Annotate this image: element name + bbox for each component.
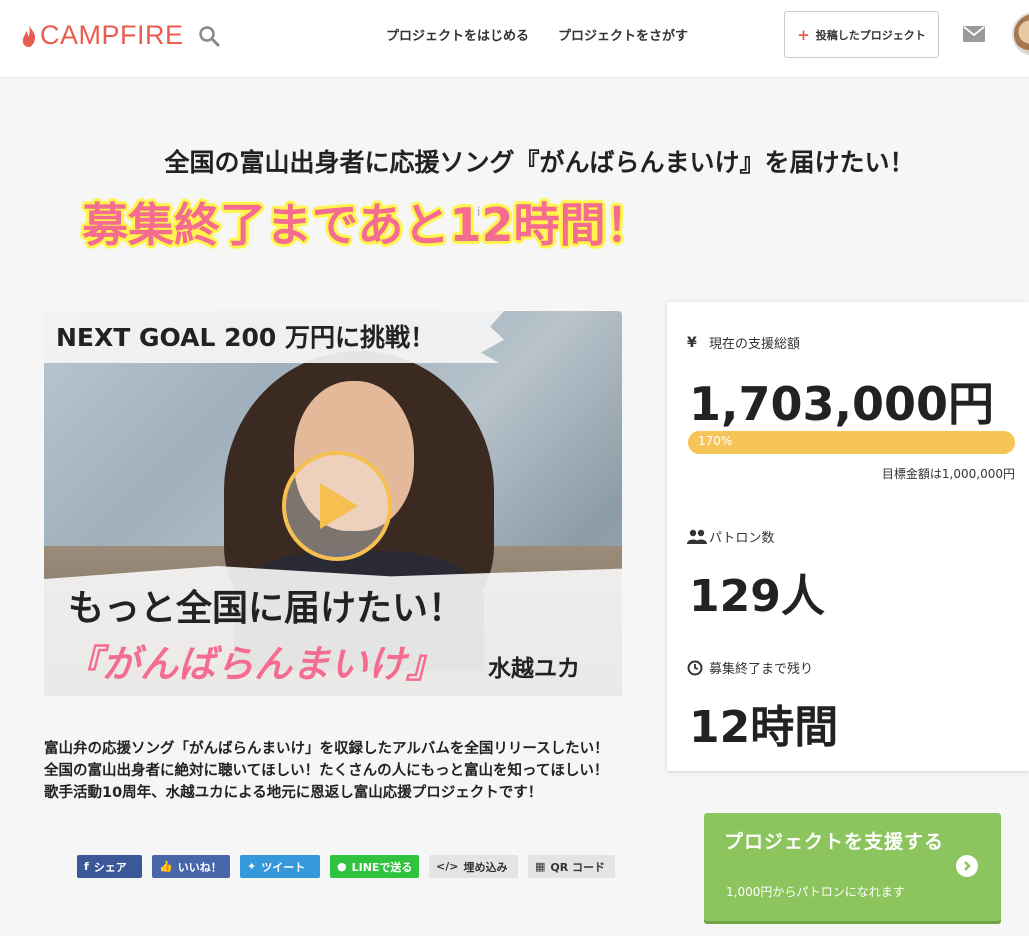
embed-label: 埋め込み [463,860,508,874]
patrons-label: パトロン数 [709,531,775,546]
embed-button[interactable]: </> 埋め込み [429,855,518,878]
qr-label: QR コード [550,860,606,874]
patrons-value: 129人 [689,571,825,622]
video-headline: もっと全国に届けたい！ [68,588,465,629]
qr-code-button[interactable]: ▦ QR コード [528,855,615,878]
amount-label: 現在の支援総額 [709,337,801,352]
yen-icon: ¥ [687,334,697,351]
project-title: 全国の富山出身者に応援ソング『がんばらんまいけ』を届けたい！ [164,148,915,177]
plus-icon: + [797,25,810,44]
remaining-value: 12時間 [689,702,839,753]
tweet-button[interactable]: ✦ ツイート [240,855,320,878]
nav-start-project[interactable]: プロジェクトをはじめる [386,25,529,44]
qr-code-icon: ▦ [535,860,546,873]
progress-label: 170% [698,434,733,448]
line-icon: ● [337,860,347,873]
project-description: 富山弁の応援ソング「がんばらんまいけ」を収録したアルバムを全国リリースしたい！ … [44,741,609,801]
amount-value: 1,703,000円 [689,377,994,431]
goal-amount: 目標金額は1,000,000円 [881,467,1015,481]
flame-icon [22,24,36,47]
patrons-label-row: パトロン数 [687,527,774,546]
logo-text: CAMPFIRE [40,20,184,50]
like-label: いいね！ [177,860,222,874]
amount-label-row: ¥ 現在の支援総額 [687,333,801,353]
site-header: CAMPFIRE プロジェクトをはじめる プロジェクトをさがす + 投稿したプロ… [0,0,1029,78]
search-icon[interactable] [197,24,221,48]
facebook-icon: f [84,860,89,873]
support-button-title: プロジェクトを支援する [724,831,945,853]
project-video[interactable]: NEXT GOAL 200 万円に挑戦！ もっと全国に届けたい！ 『がんばらんま… [44,311,622,696]
remaining-label: 募集終了まで残り [709,662,814,677]
code-icon: </> [436,860,459,873]
support-button-subtitle: 1,000円からパトロンになれます [726,885,905,899]
clock-icon [687,660,709,676]
facebook-like-button[interactable]: 👍 いいね！ [152,855,230,878]
funding-progress-bar: 170% [688,431,1015,454]
posted-projects-label: 投稿したプロジェクト [815,28,926,42]
line-share-button[interactable]: ● LINEで送る [330,855,419,878]
twitter-icon: ✦ [247,860,257,873]
nav-find-project[interactable]: プロジェクトをさがす [558,25,688,44]
facebook-share-label: シェア [93,860,127,874]
thumbs-up-icon: 👍 [159,860,173,873]
line-label: LINEで送る [351,860,413,874]
play-icon [320,483,358,529]
video-artist-name: 水越ユカ [488,656,580,682]
remaining-label-row: 募集終了まで残り [687,658,813,677]
video-goal-text: NEXT GOAL 200 万円に挑戦！ [56,323,436,352]
tweet-label: ツイート [261,860,306,874]
campfire-logo[interactable]: CAMPFIRE [22,20,184,51]
progress-fill [688,431,1015,454]
play-button[interactable] [282,451,392,561]
video-song-title: 『がんばらんまいけ』 [64,642,445,686]
support-project-button[interactable]: プロジェクトを支援する 1,000円からパトロンになれます [704,813,1001,921]
project-stats-card: ¥ 現在の支援総額 1,703,000円 170% 目標金額は1,000,000… [667,302,1029,771]
users-icon [687,529,709,545]
share-buttons: f シェア 👍 いいね！ ✦ ツイート ● LINEで送る </> 埋め込み ▦… [77,855,615,878]
deadline-banner: 募集終了まであと12時間！ [82,198,652,252]
posted-projects-button[interactable]: + 投稿したプロジェクト [784,11,939,58]
avatar[interactable] [1012,12,1029,56]
mail-icon[interactable] [963,26,985,42]
chevron-right-icon [956,855,978,877]
facebook-share-button[interactable]: f シェア [77,855,142,878]
